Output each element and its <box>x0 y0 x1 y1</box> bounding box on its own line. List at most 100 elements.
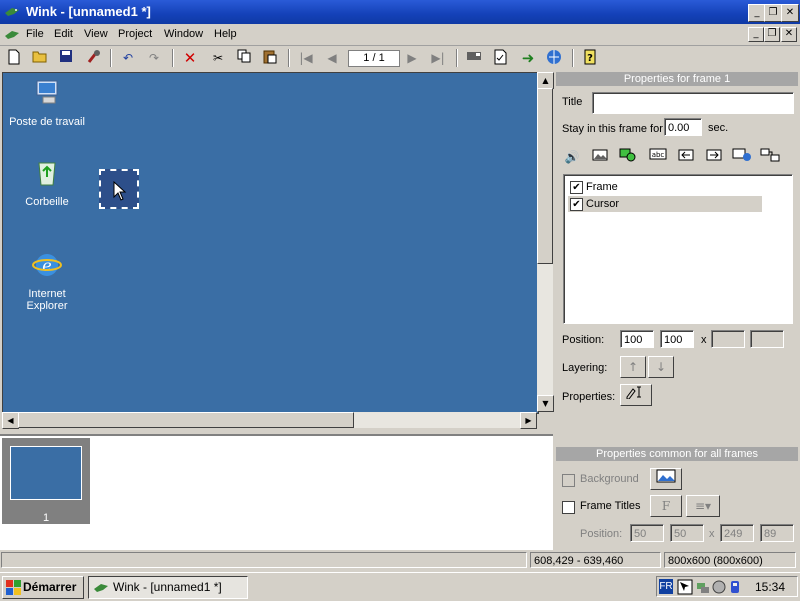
status-resolution: 800x600 (800x600) <box>664 552 796 568</box>
undo-icon[interactable]: ↶ <box>118 49 138 67</box>
object-properties-icon[interactable] <box>620 384 652 406</box>
layer-item[interactable]: ✔ Cursor <box>568 196 762 212</box>
window-title: Wink - [unnamed1 *] <box>26 4 151 19</box>
background-checkbox[interactable] <box>562 474 575 487</box>
prev-frame-icon[interactable]: ◀ <box>322 49 342 67</box>
add-goto-icon[interactable] <box>760 148 780 166</box>
scroll-down-icon[interactable]: ▼ <box>537 395 554 412</box>
vertical-scrollbar[interactable]: ▲ ▼ <box>537 72 554 412</box>
position-x-input[interactable]: 100 <box>620 330 654 348</box>
network-icon[interactable] <box>695 579 711 595</box>
layer-item[interactable]: ✔ Frame <box>568 179 762 195</box>
wink-tray-icon[interactable] <box>677 579 693 595</box>
position-h-input[interactable] <box>750 330 784 348</box>
layer-label: Frame <box>586 181 618 193</box>
doc-restore-button[interactable]: ❐ <box>764 27 780 42</box>
scroll-up-icon[interactable]: ▲ <box>537 72 554 89</box>
title-align-dropdown[interactable]: ≡▾ <box>686 495 720 517</box>
frame-thumbnail[interactable]: 1 <box>2 438 90 524</box>
frame-counter[interactable]: 1 / 1 <box>348 50 400 67</box>
desktop-icon-poste-de-travail[interactable]: Poste de travail <box>7 77 87 128</box>
checklist-icon[interactable] <box>490 49 510 67</box>
internet-explorer-icon: e <box>32 254 62 276</box>
doc-close-button[interactable]: ✕ <box>781 27 797 42</box>
cut-icon[interactable]: ✂ <box>208 49 228 67</box>
add-textbox-icon[interactable]: abc <box>648 148 668 166</box>
taskbar-wink-button[interactable]: Wink - [unnamed1 *] <box>88 576 248 599</box>
last-frame-icon[interactable]: ▶| <box>428 49 448 67</box>
frame-thumbnail-image <box>10 446 82 500</box>
layer-list[interactable]: ✔ Frame ✔ Cursor <box>563 174 793 324</box>
vertical-scroll-thumb[interactable] <box>537 88 553 264</box>
language-indicator[interactable]: FR <box>659 579 673 594</box>
menu-file[interactable]: File <box>26 28 44 40</box>
open-icon[interactable] <box>30 49 50 67</box>
position-w-input[interactable] <box>711 330 745 348</box>
add-link-icon[interactable] <box>732 148 752 166</box>
delete-icon[interactable]: ✕ <box>180 49 200 67</box>
horizontal-scroll-thumb[interactable] <box>18 412 354 428</box>
common-pos3-input[interactable]: 249 <box>720 524 754 542</box>
font-button[interactable]: F <box>650 495 682 517</box>
close-button[interactable]: ✕ <box>781 4 799 22</box>
restore-button[interactable]: ❐ <box>764 4 782 22</box>
paste-icon[interactable] <box>260 49 280 67</box>
title-label: Title <box>562 96 583 108</box>
add-button-back-icon[interactable] <box>676 148 696 166</box>
title-input[interactable] <box>592 92 794 114</box>
scroll-left-icon[interactable]: ◀ <box>2 412 19 429</box>
background-image-icon[interactable] <box>650 468 682 490</box>
start-button[interactable]: Démarrer <box>2 576 84 599</box>
add-sound-icon[interactable]: 🔊 <box>562 148 582 166</box>
desktop-icon-label: Corbeille <box>25 196 69 208</box>
horizontal-scrollbar[interactable]: ◀ ▶ <box>2 412 537 429</box>
menu-view[interactable]: View <box>84 28 108 40</box>
layer-checkbox[interactable]: ✔ <box>570 198 583 211</box>
desktop-icon-internet-explorer[interactable]: e Internet Explorer <box>7 237 87 324</box>
next-frame-icon[interactable]: ▶ <box>402 49 422 67</box>
add-button-next-icon[interactable] <box>704 148 724 166</box>
layer-checkbox[interactable]: ✔ <box>570 181 583 194</box>
desktop-icon-label: Internet Explorer <box>26 288 68 312</box>
layer-down-icon[interactable]: ↓ <box>648 356 674 378</box>
stay-label: Stay in this frame for <box>562 123 663 135</box>
common-properties-header: Properties common for all frames <box>556 447 798 461</box>
menu-help[interactable]: Help <box>214 28 237 40</box>
new-icon[interactable] <box>4 49 24 67</box>
svg-text:abc: abc <box>652 151 665 159</box>
help-icon[interactable]: ? <box>580 49 600 67</box>
menu-project[interactable]: Project <box>118 28 152 40</box>
frame-titles-checkbox[interactable] <box>562 501 575 514</box>
common-pos1-input[interactable]: 50 <box>630 524 664 542</box>
doc-minimize-button[interactable]: _ <box>748 27 764 42</box>
add-image-icon[interactable] <box>590 148 610 166</box>
capture-icon[interactable] <box>464 49 484 67</box>
cursor-object[interactable] <box>99 169 139 209</box>
menu-window[interactable]: Window <box>164 28 203 40</box>
layer-up-icon[interactable]: ↑ <box>620 356 646 378</box>
wink-app-icon <box>5 8 19 16</box>
copy-icon[interactable] <box>234 49 254 67</box>
save-icon[interactable] <box>56 49 76 67</box>
redo-icon[interactable]: ↷ <box>144 49 164 67</box>
tools-icon[interactable] <box>84 49 104 67</box>
common-position-separator: x <box>709 528 715 540</box>
menu-edit[interactable]: Edit <box>54 28 73 40</box>
first-frame-icon[interactable]: |◀ <box>296 49 316 67</box>
render-arrow-icon[interactable]: ➜ <box>518 49 538 67</box>
position-label: Position: <box>562 334 605 346</box>
security-icon[interactable] <box>727 579 743 595</box>
document-icon <box>5 31 19 39</box>
add-shape-icon[interactable] <box>618 148 638 166</box>
stay-duration-input[interactable]: 0.00 <box>664 118 702 136</box>
position-y-input[interactable]: 100 <box>660 330 694 348</box>
desktop-icon-corbeille[interactable]: Corbeille <box>7 157 87 208</box>
common-pos2-input[interactable]: 50 <box>670 524 704 542</box>
scroll-right-icon[interactable]: ▶ <box>520 412 537 429</box>
frame-canvas[interactable]: Poste de travail Corbeille e Internet Ex… <box>2 72 539 414</box>
computer-icon <box>36 80 58 104</box>
start-label: Démarrer <box>23 580 77 594</box>
browser-preview-icon[interactable] <box>544 49 564 67</box>
speaker-icon[interactable] <box>711 579 727 595</box>
common-pos4-input[interactable]: 89 <box>760 524 794 542</box>
